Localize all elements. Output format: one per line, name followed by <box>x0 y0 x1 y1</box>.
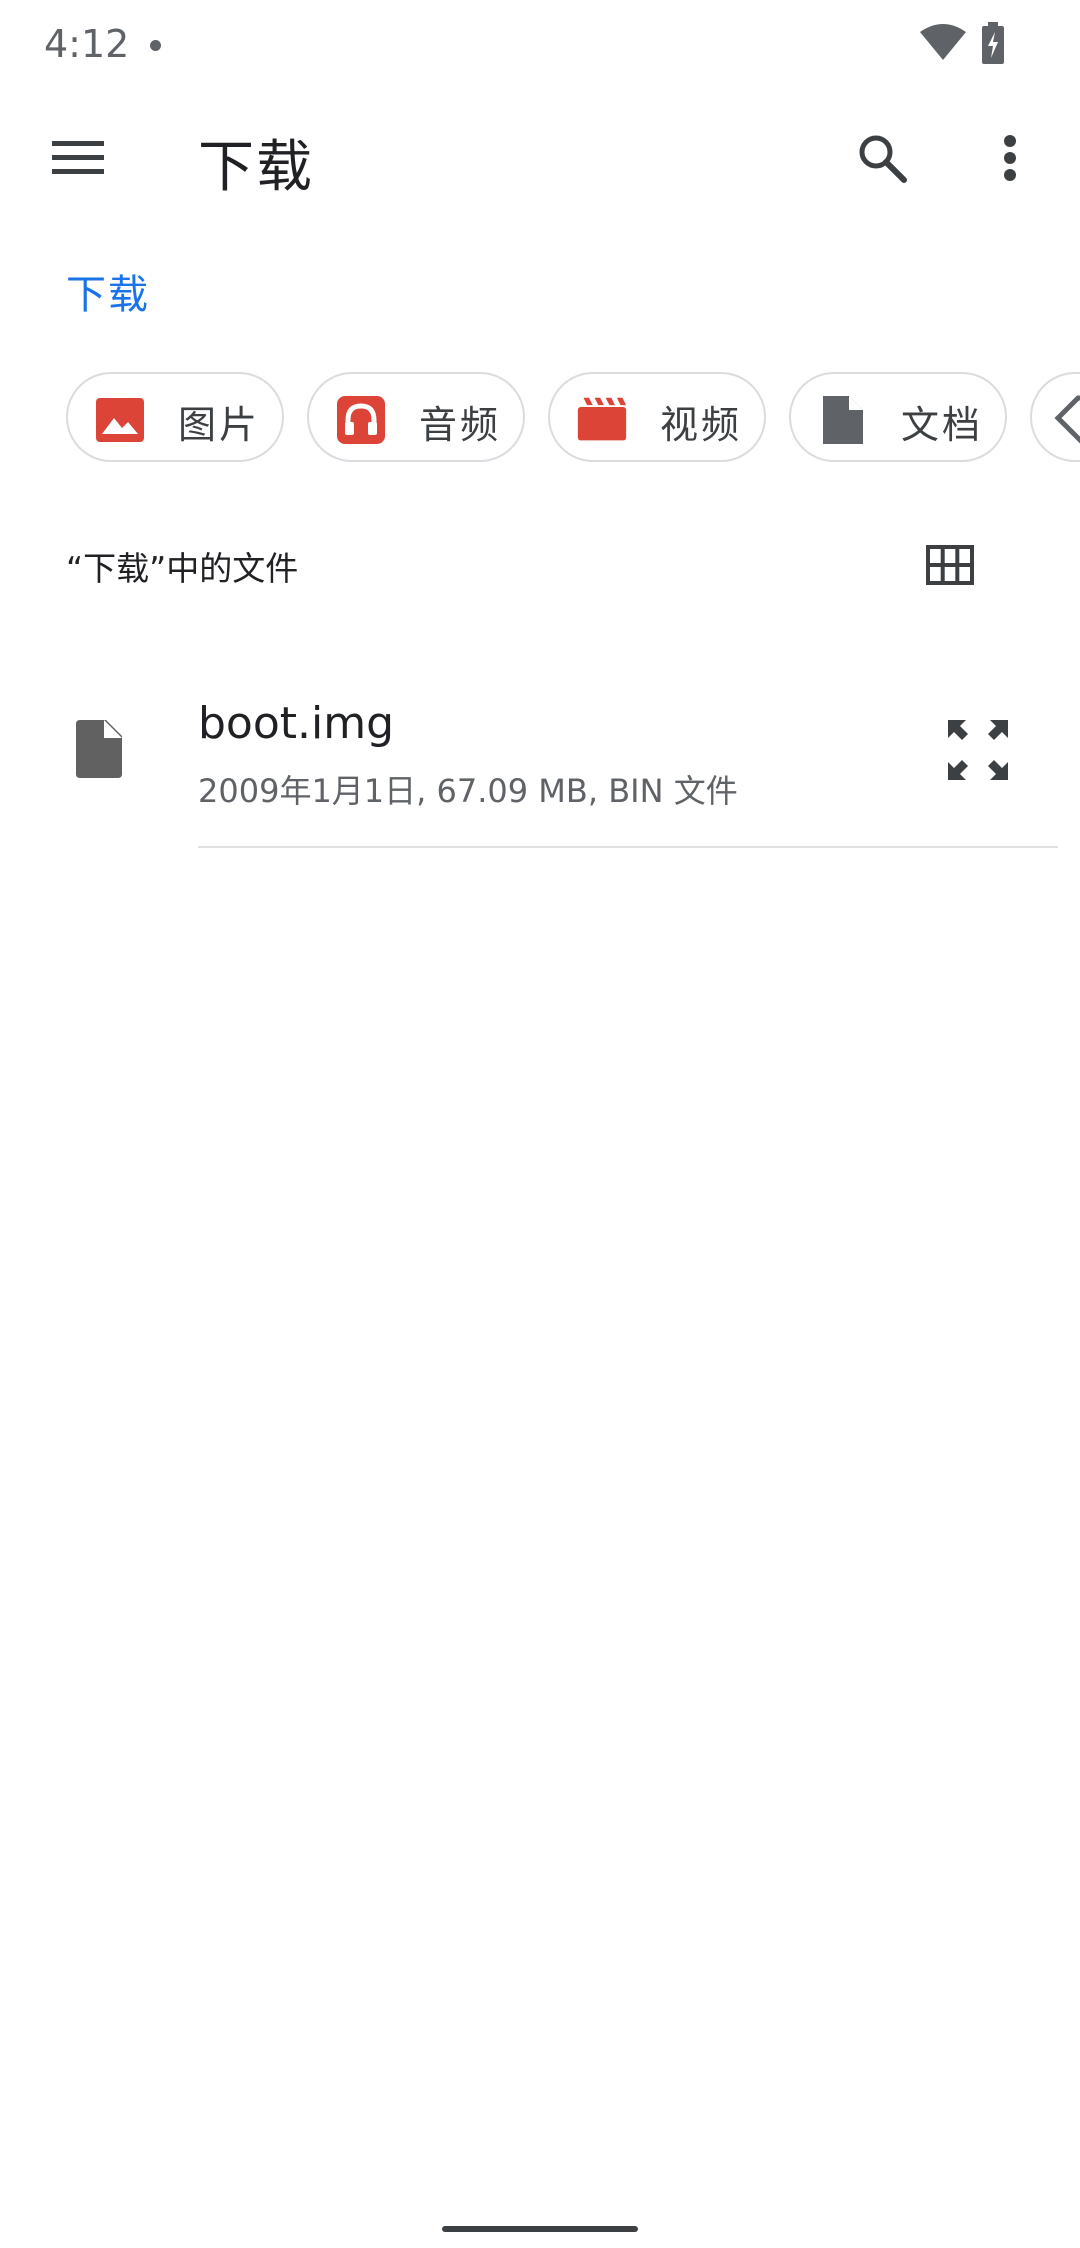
chip-audio[interactable]: 音频 <box>307 372 525 462</box>
chip-label: 文档 <box>901 403 984 447</box>
document-icon <box>823 396 863 444</box>
wifi-icon <box>920 24 966 60</box>
headphones-icon <box>337 396 385 444</box>
notification-dot-icon <box>150 40 161 51</box>
gesture-nav-handle[interactable] <box>442 2226 638 2232</box>
chip-label: 音频 <box>419 403 502 447</box>
more-options-button[interactable] <box>970 118 1050 198</box>
app-bar: 下载 <box>0 90 1080 220</box>
search-button[interactable] <box>842 118 922 198</box>
category-chips: 图片 音频 视频 文档 <box>0 372 1080 464</box>
more-vert-icon <box>1004 135 1016 181</box>
status-time: 4:12 <box>44 22 130 66</box>
chip-label: 图片 <box>178 403 261 447</box>
chip-label: 视频 <box>660 403 743 447</box>
movie-icon <box>577 397 627 441</box>
grid-view-icon <box>926 545 974 585</box>
file-icon <box>76 720 122 778</box>
chip-videos[interactable]: 视频 <box>548 372 766 462</box>
chip-documents[interactable]: 文档 <box>789 372 1007 462</box>
image-icon <box>96 398 144 442</box>
menu-icon <box>52 141 104 174</box>
label-icon <box>1054 395 1080 444</box>
search-icon <box>859 135 907 183</box>
list-divider <box>198 846 1058 848</box>
app-title: 下载 <box>198 135 314 200</box>
chip-more[interactable] <box>1030 372 1080 462</box>
battery-charging-icon <box>982 22 1004 64</box>
list-item[interactable]: boot.img 2009年1月1日, 67.09 MB, BIN 文件 <box>0 680 1080 850</box>
expand-icon <box>948 720 1008 780</box>
section-title: “下载”中的文件 <box>66 549 299 588</box>
chip-images[interactable]: 图片 <box>66 372 284 462</box>
files-screen: 4:12 下载 下载 图片 音频 视频 文档 “下载”中的文件 boot.img… <box>0 0 1080 2248</box>
status-bar: 4:12 <box>0 0 1080 90</box>
expand-button[interactable] <box>938 710 1018 790</box>
breadcrumb-downloads[interactable]: 下载 <box>66 262 150 320</box>
menu-button[interactable] <box>38 118 118 198</box>
grid-view-button[interactable] <box>910 525 990 605</box>
file-name: boot.img <box>198 698 395 749</box>
file-metadata: 2009年1月1日, 67.09 MB, BIN 文件 <box>198 772 738 810</box>
